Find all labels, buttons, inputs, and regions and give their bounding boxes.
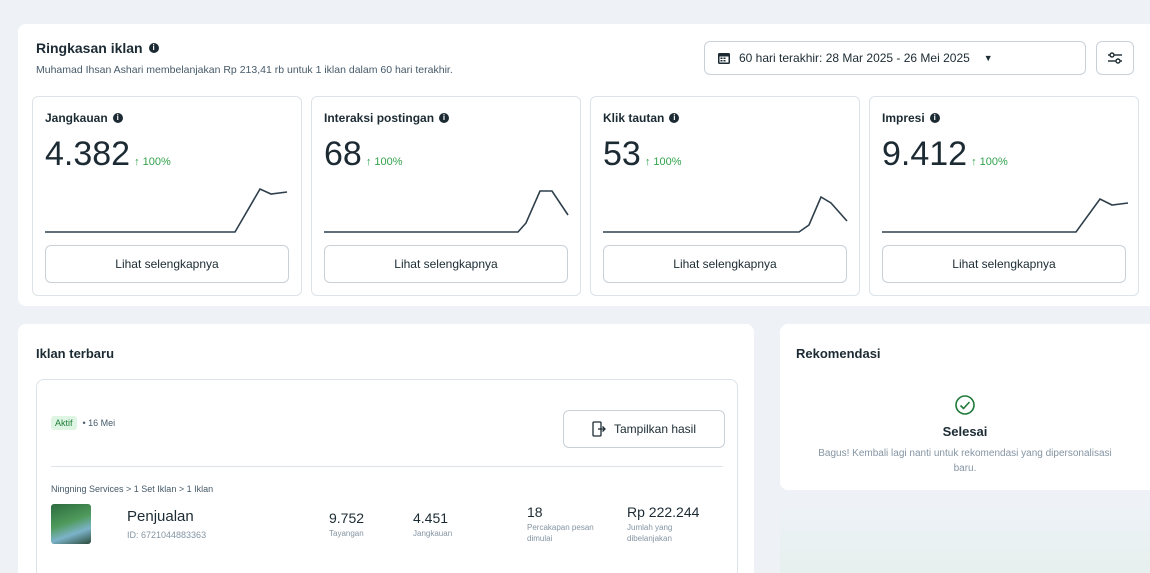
- metric-change: ↑ 100%: [365, 156, 403, 168]
- metric-value: 68: [324, 135, 362, 173]
- export-icon: [592, 421, 606, 437]
- metric-card-reach: Jangkauan i 4.382 ↑ 100% Lihat selengkap…: [32, 96, 302, 296]
- sparkline-chart: [882, 197, 1128, 233]
- background-gradient: [780, 502, 1150, 573]
- sparkline-chart: [45, 187, 288, 233]
- metric-change: ↑ 100%: [644, 156, 682, 168]
- recommendations-message: Bagus! Kembali lagi nanti untuk rekomend…: [818, 448, 1112, 474]
- status-badge: Aktif: [51, 416, 77, 430]
- ad-summary-card: Ringkasan iklan i Muhamad Ihsan Ashari m…: [18, 24, 1150, 306]
- stat-value: 9.752: [329, 510, 365, 526]
- stat-impressions: 9.752 Tayangan: [329, 510, 364, 539]
- stat-conversations: 18 Percakapan pesan dimulai: [527, 504, 597, 544]
- info-icon[interactable]: i: [112, 113, 123, 123]
- show-results-button[interactable]: Tampilkan hasil: [563, 410, 725, 448]
- info-icon[interactable]: i: [439, 113, 450, 123]
- calendar-icon: [718, 53, 730, 64]
- check-circle-icon: [955, 395, 975, 415]
- metric-label: Impresi: [882, 111, 925, 125]
- ad-id: ID: 6721044883363: [127, 530, 207, 540]
- show-results-label: Tampilkan hasil: [613, 422, 697, 436]
- ad-date: • 16 Mei: [82, 418, 116, 428]
- summary-subtitle: Muhamad Ihsan Ashari membelanjakan Rp 21…: [36, 64, 453, 76]
- see-more-button[interactable]: Lihat selengkapnya: [45, 245, 289, 283]
- latest-ads-title: Iklan terbaru: [36, 346, 115, 361]
- stat-label: Tayangan: [329, 529, 364, 538]
- metric-card-impressions: Impresi i 9.412 ↑ 100% Lihat selengkapny…: [869, 96, 1139, 296]
- sparkline-chart: [324, 190, 569, 233]
- stat-reach: 4.451 Jangkauan: [413, 510, 452, 539]
- info-icon[interactable]: i: [929, 113, 940, 123]
- see-more-button[interactable]: Lihat selengkapnya: [882, 245, 1126, 283]
- stat-label: Jumlah yang dibelanjakan: [627, 523, 673, 543]
- filter-button[interactable]: [1096, 41, 1134, 75]
- sliders-icon: [1108, 52, 1122, 64]
- sparkline-chart: [603, 195, 848, 233]
- latest-ads-card: Iklan terbaru Aktif • 16 Mei Tampilkan h…: [18, 324, 754, 573]
- metric-card-link-clicks: Klik tautan i 53 ↑ 100% Lihat selengkapn…: [590, 96, 860, 296]
- stat-label: Jangkauan: [413, 529, 453, 538]
- see-more-button[interactable]: Lihat selengkapnya: [603, 245, 847, 283]
- metric-change: ↑ 100%: [971, 156, 1008, 168]
- divider: [51, 466, 723, 467]
- caret-down-icon: ▼: [983, 53, 993, 63]
- metric-value: 53: [603, 135, 641, 173]
- ad-status-row: Aktif • 16 Mei: [51, 416, 115, 430]
- metric-label: Klik tautan: [603, 111, 665, 125]
- stat-amount-spent: Rp 222.244 Jumlah yang dibelanjakan: [627, 504, 727, 544]
- recommendations-card: Rekomendasi Selesai Bagus! Kembali lagi …: [780, 324, 1150, 490]
- stat-label: Percakapan pesan dimulai: [527, 523, 594, 543]
- stat-value: Rp 222.244: [627, 504, 700, 520]
- recommendations-status: Selesai: [942, 424, 988, 439]
- metric-card-post-engagement: Interaksi postingan i 68 ↑ 100% Lihat se…: [311, 96, 581, 296]
- date-range-button[interactable]: 60 hari terakhir: 28 Mar 2025 - 26 Mei 2…: [704, 41, 1086, 75]
- recommendations-title: Rekomendasi: [796, 346, 881, 361]
- date-range-label: 60 hari terakhir: 28 Mar 2025 - 26 Mei 2…: [739, 51, 970, 65]
- metric-change: ↑ 100%: [134, 156, 171, 168]
- ad-name: Penjualan: [127, 508, 194, 525]
- ad-item-card[interactable]: Aktif • 16 Mei Tampilkan hasil Ningning …: [36, 379, 738, 573]
- see-more-button[interactable]: Lihat selengkapnya: [324, 245, 568, 283]
- metric-label: Interaksi postingan: [324, 111, 435, 125]
- metric-value: 9.412: [882, 135, 968, 173]
- stat-value: 4.451: [413, 510, 449, 526]
- stat-value: 18: [527, 504, 543, 520]
- ad-thumbnail: [51, 504, 91, 544]
- metric-value: 4.382: [45, 135, 131, 173]
- breadcrumb: Ningning Services > 1 Set Iklan > 1 Ikla…: [51, 484, 214, 494]
- metric-label: Jangkauan: [45, 111, 108, 125]
- info-icon[interactable]: i: [148, 43, 159, 53]
- info-icon[interactable]: i: [669, 113, 680, 123]
- summary-title: Ringkasan iklan i: [36, 40, 159, 56]
